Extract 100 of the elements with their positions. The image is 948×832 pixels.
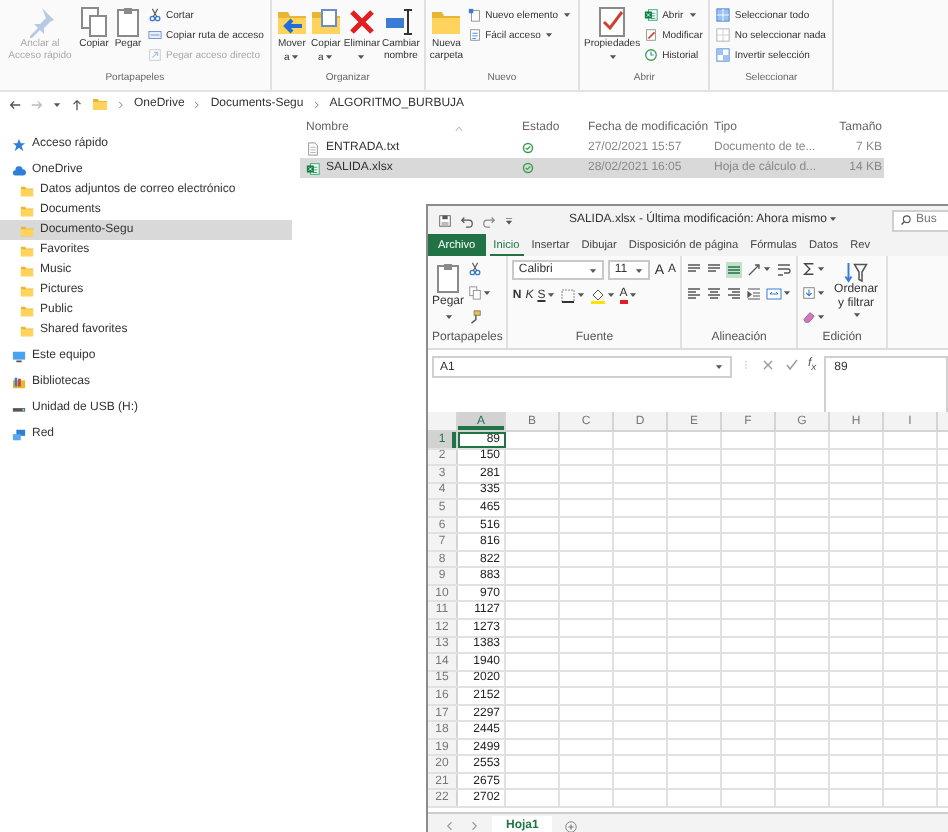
customize-icon[interactable] [504, 215, 514, 225]
align-top-icon [686, 261, 703, 277]
folder-icon [20, 303, 34, 317]
folder-icon [92, 96, 108, 112]
redo-icon[interactable] [482, 213, 496, 227]
caret-icon [714, 362, 724, 372]
wrap-icon [776, 261, 793, 277]
up-icon[interactable] [70, 97, 84, 111]
caret-icon [827, 213, 838, 224]
align-left-icon [686, 285, 703, 301]
wrap-button[interactable] [776, 260, 793, 278]
folder-icon [20, 263, 34, 277]
spreadsheet-icon [644, 8, 659, 22]
network-icon [12, 427, 26, 441]
eraser-icon [802, 310, 817, 324]
orientation-icon [746, 261, 763, 277]
rename-icon [384, 6, 417, 38]
shortcut-icon [148, 48, 162, 62]
align-bottom-icon [706, 261, 723, 277]
eraser-button[interactable] [802, 308, 827, 326]
grip-icon [740, 356, 752, 374]
caret-icon [762, 264, 773, 274]
caret-icon [816, 288, 827, 298]
enter-icon[interactable] [784, 356, 800, 374]
caret-icon [545, 290, 556, 300]
grid-icon [716, 28, 731, 42]
border-icon [559, 287, 576, 303]
folder-page-icon [309, 6, 342, 38]
fill-button[interactable] [802, 284, 827, 302]
folder-icon [430, 6, 463, 38]
next-icon[interactable] [468, 820, 480, 832]
document-icon [306, 141, 320, 155]
merge-icon [766, 285, 783, 301]
caret-icon [588, 265, 599, 275]
grid-icon [716, 48, 731, 62]
edit-icon [644, 28, 659, 42]
previous-icon[interactable] [444, 820, 456, 832]
star-icon [12, 137, 26, 151]
save-icon[interactable] [438, 213, 452, 227]
indent-icon [746, 285, 763, 301]
align-right-button[interactable] [726, 284, 743, 302]
bucket-button[interactable] [589, 286, 616, 304]
caret-icon [851, 310, 862, 321]
pages-icon [468, 286, 483, 300]
scissors-icon [148, 8, 162, 22]
align-middle-button[interactable] [726, 260, 743, 278]
delete-icon [345, 6, 378, 38]
sort-icon [454, 123, 465, 133]
chevron-icon [192, 99, 203, 109]
libraries-icon [12, 375, 26, 389]
caret-icon [782, 288, 793, 298]
merge-button[interactable] [766, 284, 793, 302]
align-middle-icon [726, 261, 743, 277]
caret-icon [634, 265, 645, 275]
clipboard-icon [112, 6, 144, 38]
fill-icon [802, 286, 817, 300]
cancel-icon[interactable] [760, 356, 776, 374]
brush-icon [468, 310, 483, 324]
chevron-icon [311, 99, 322, 109]
folder-icon [20, 243, 34, 257]
align-top-button[interactable] [686, 260, 703, 278]
monitor-icon [12, 349, 26, 363]
pin-icon [24, 6, 56, 38]
caret-icon [575, 290, 586, 300]
pages-button[interactable] [468, 284, 493, 302]
new-item-icon [467, 8, 482, 22]
align-center-icon [706, 285, 723, 301]
grid-icon [716, 8, 731, 22]
indent-button[interactable] [746, 284, 763, 302]
sum-icon [802, 262, 817, 276]
caret-icon [443, 311, 453, 322]
sum-button[interactable] [802, 260, 827, 278]
align-bottom-button[interactable] [706, 260, 723, 278]
cloud-icon [12, 163, 26, 177]
properties-icon [596, 6, 629, 38]
pages-icon [78, 6, 110, 38]
caret-icon [816, 264, 827, 274]
add-sheet-icon[interactable] [564, 819, 579, 832]
border-button[interactable] [559, 286, 586, 304]
back-icon[interactable] [8, 97, 22, 111]
align-center-button[interactable] [706, 284, 723, 302]
clock-icon [644, 48, 659, 62]
sort-filter-icon [844, 260, 869, 284]
folder-icon [20, 183, 34, 197]
sync-status-icon [522, 162, 534, 174]
align-left-button[interactable] [686, 284, 703, 302]
path-icon [148, 28, 162, 42]
caret-icon[interactable] [52, 99, 62, 109]
search-icon [900, 214, 912, 226]
scissors-icon [468, 262, 483, 276]
orientation-button[interactable] [746, 260, 773, 278]
caret-icon [482, 288, 493, 298]
document-icon [467, 28, 482, 42]
folder-icon [20, 203, 34, 217]
folder-icon [20, 283, 34, 297]
caret-icon [816, 312, 827, 322]
chevron-icon [116, 99, 126, 109]
undo-icon[interactable] [460, 213, 474, 227]
folder-icon [20, 323, 34, 337]
spreadsheet-icon [306, 161, 320, 175]
